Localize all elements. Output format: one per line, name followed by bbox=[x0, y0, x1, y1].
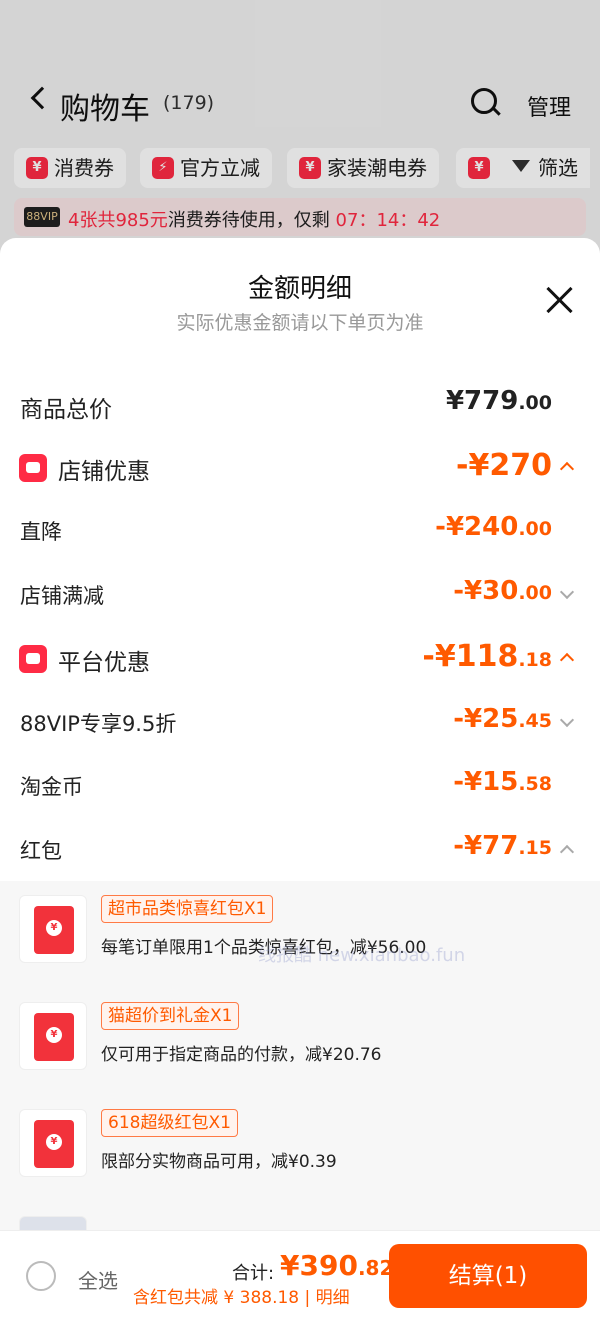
chevron-up-icon[interactable] bbox=[559, 652, 575, 668]
list-item: ¥ 猫超价到礼金X1 仅可用于指定商品的付款，减¥20.76 bbox=[0, 1002, 600, 1102]
amount-int: -¥15 bbox=[453, 767, 519, 797]
amount-int: -¥25 bbox=[453, 704, 519, 734]
packet-desc: 限部分实物商品可用，减¥0.39 bbox=[101, 1152, 337, 1172]
row-amount: -¥30.00 bbox=[453, 576, 552, 606]
row-88vip-discount[interactable]: 88VIP专享9.5折 -¥25.45 bbox=[0, 698, 600, 748]
list-item: ¥ 618超级红包X1 限部分实物商品可用，减¥0.39 bbox=[0, 1109, 600, 1209]
packet-tag: 超市品类惊喜红包X1 bbox=[101, 895, 274, 923]
red-packet-icon: ¥ bbox=[19, 1109, 87, 1177]
amount-dec: .00 bbox=[518, 582, 552, 604]
row-label: 店铺满减 bbox=[20, 584, 104, 608]
red-packet-icon: ¥ bbox=[19, 1002, 87, 1070]
amount-detail-sheet: 金额明细 实际优惠金额请以下单页为准 商品总价 ¥779.00 店铺优惠 -¥2… bbox=[0, 238, 600, 1320]
amount-dec: .00 bbox=[518, 518, 552, 540]
row-label: 红包 bbox=[20, 839, 62, 863]
amount-int: -¥240 bbox=[435, 512, 519, 542]
row-label: 淘金币 bbox=[20, 775, 83, 799]
close-icon[interactable] bbox=[545, 286, 573, 314]
amount-dec: .58 bbox=[518, 773, 552, 795]
list-item: ¥ 超市品类惊喜红包X1 每笔订单限用1个品类惊喜红包，减¥56.00 线报酷 … bbox=[0, 895, 600, 995]
select-all-radio[interactable] bbox=[26, 1261, 56, 1291]
amount-dec: .15 bbox=[518, 837, 552, 859]
row-total-price: 商品总价 ¥779.00 bbox=[0, 380, 600, 430]
sheet-title: 金额明细 bbox=[247, 274, 352, 304]
row-amount: -¥15.58 bbox=[453, 767, 552, 797]
total-label: 合计: bbox=[232, 1263, 275, 1284]
row-amount: -¥77.15 bbox=[453, 831, 552, 861]
sheet-subtitle: 实际优惠金额请以下单页为准 bbox=[176, 312, 424, 334]
row-platform-discount[interactable]: 平台优惠 -¥118.18 bbox=[0, 633, 600, 683]
packet-desc: 仅可用于指定商品的付款，减¥20.76 bbox=[101, 1045, 382, 1065]
amount-dec: .00 bbox=[518, 392, 552, 414]
chevron-down-icon[interactable] bbox=[559, 712, 575, 728]
amount-int: -¥77 bbox=[453, 831, 519, 861]
checkout-button[interactable]: 结算(1) bbox=[389, 1244, 587, 1308]
row-amount: -¥270 bbox=[456, 448, 552, 483]
row-amount: -¥118.18 bbox=[422, 639, 552, 674]
row-label: 店铺优惠 bbox=[58, 459, 150, 485]
amount-int: -¥118 bbox=[422, 639, 519, 674]
row-amount: -¥25.45 bbox=[453, 704, 552, 734]
amount-int: ¥779 bbox=[445, 386, 519, 416]
select-all-label[interactable]: 全选 bbox=[78, 1265, 118, 1294]
checkout-bar: 全选 合计: ¥390.82 含红包共减 ¥ 388.18 | 明细 结算(1) bbox=[0, 1230, 600, 1320]
row-amount: ¥779.00 bbox=[446, 386, 552, 416]
row-label: 平台优惠 bbox=[58, 650, 150, 676]
row-taojinbi: 淘金币 -¥15.58 bbox=[0, 761, 600, 811]
row-store-full-reduction[interactable]: 店铺满减 -¥30.00 bbox=[0, 570, 600, 620]
row-label: 88VIP专享9.5折 bbox=[20, 712, 177, 736]
chevron-down-icon[interactable] bbox=[559, 584, 575, 600]
row-label: 直降 bbox=[20, 520, 62, 544]
discount-detail-link[interactable]: 含红包共减 ¥ 388.18 | 明细 bbox=[133, 1283, 350, 1308]
row-direct-reduction: 直降 -¥240.00 bbox=[0, 506, 600, 556]
chevron-up-icon[interactable] bbox=[559, 461, 575, 477]
total-amount: ¥390.82 bbox=[280, 1249, 393, 1282]
total-int: ¥390 bbox=[280, 1249, 358, 1282]
amount-int: -¥30 bbox=[453, 576, 519, 606]
amount-int: -¥270 bbox=[456, 448, 552, 483]
row-amount: -¥240.00 bbox=[435, 512, 552, 542]
row-store-discount[interactable]: 店铺优惠 -¥270 bbox=[0, 442, 600, 492]
amount-dec: .18 bbox=[518, 649, 552, 671]
row-label: 商品总价 bbox=[20, 397, 112, 423]
platform-icon bbox=[19, 645, 47, 673]
amount-dec: .45 bbox=[518, 710, 552, 732]
watermark: 线报酷 new.xianbao.fun bbox=[258, 945, 466, 966]
store-icon bbox=[19, 454, 47, 482]
packet-tag: 猫超价到礼金X1 bbox=[101, 1002, 240, 1030]
row-red-packet[interactable]: 红包 -¥77.15 bbox=[0, 825, 600, 875]
red-packet-icon: ¥ bbox=[19, 895, 87, 963]
red-packet-list: ¥ 超市品类惊喜红包X1 每笔订单限用1个品类惊喜红包，减¥56.00 线报酷 … bbox=[0, 881, 600, 1241]
packet-tag: 618超级红包X1 bbox=[101, 1109, 238, 1137]
chevron-up-icon[interactable] bbox=[559, 844, 575, 860]
